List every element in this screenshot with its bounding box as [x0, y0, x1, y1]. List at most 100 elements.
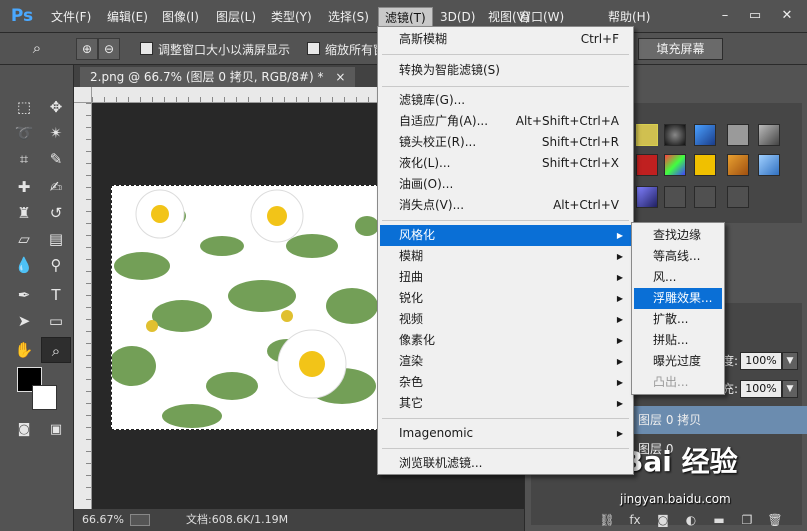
menu-select[interactable]: 选择(S) — [322, 7, 375, 27]
zoom-tool-selected-icon[interactable]: ⌕ — [41, 337, 71, 363]
menu-image[interactable]: 图像(I) — [156, 7, 205, 27]
filter-menu-item-browse-online[interactable]: 浏览联机滤镜... — [380, 453, 631, 474]
opacity-dropdown-icon[interactable]: ▼ — [782, 352, 798, 370]
pen-tool-icon[interactable]: ✒ — [9, 282, 39, 308]
baidu-watermark: Bai 经验 jingyan.baidu.com — [612, 440, 802, 515]
stylize-trace-contour[interactable]: 等高线... — [634, 246, 722, 267]
opacity-input[interactable]: 100% — [740, 352, 782, 370]
path-select-icon[interactable]: ➤ — [9, 308, 39, 334]
stylize-diffuse[interactable]: 扩散... — [634, 309, 722, 330]
lasso-tool-icon[interactable]: ➰ — [9, 120, 39, 146]
menu-filter[interactable]: 滤镜(T) — [378, 7, 433, 27]
image-canvas[interactable] — [111, 185, 379, 430]
watermark-url: jingyan.baidu.com — [620, 492, 731, 506]
filter-menu-item-pixelate[interactable]: 像素化 ▶ — [380, 330, 631, 351]
marquee-tool-icon[interactable]: ⬚ — [9, 94, 39, 120]
stylize-tiles[interactable]: 拼贴... — [634, 330, 722, 351]
filter-menu-item-video[interactable]: 视频 ▶ — [380, 309, 631, 330]
fill-dropdown-icon[interactable]: ▼ — [782, 380, 798, 398]
move-tool-icon[interactable]: ✥ — [41, 94, 71, 120]
style-swatch[interactable] — [694, 124, 716, 146]
stylize-emboss[interactable]: 浮雕效果... — [634, 288, 722, 309]
screen-mode-icon[interactable]: ▣ — [41, 417, 71, 443]
eraser-tool-icon[interactable]: ▱ — [9, 226, 39, 252]
style-swatch[interactable] — [727, 124, 749, 146]
filter-menu-item-gallery[interactable]: 滤镜库(G)... — [380, 90, 631, 111]
filter-menu-item-noise[interactable]: 杂色 ▶ — [380, 372, 631, 393]
filter-menu-item-lens-correction[interactable]: 镜头校正(R)... Shift+Ctrl+R — [380, 132, 631, 153]
filter-menu: 高斯模糊 Ctrl+F 转换为智能滤镜(S) 滤镜库(G)... 自适应广角(A… — [377, 26, 634, 475]
style-swatch[interactable] — [636, 154, 658, 176]
stylize-wind[interactable]: 风... — [634, 267, 722, 288]
style-swatch[interactable] — [758, 124, 780, 146]
filter-menu-item-last-filter[interactable]: 高斯模糊 Ctrl+F — [380, 29, 631, 50]
minimize-icon[interactable]: – — [714, 6, 736, 26]
fill-input[interactable]: 100% — [740, 380, 782, 398]
filter-menu-item-adaptive-wide-angle[interactable]: 自适应广角(A)... Alt+Shift+Ctrl+A — [380, 111, 631, 132]
fill-screen-button[interactable]: 填充屏幕 — [638, 38, 723, 60]
restore-icon[interactable]: ▭ — [744, 6, 766, 26]
filter-menu-item-render[interactable]: 渲染 ▶ — [380, 351, 631, 372]
background-color-swatch[interactable] — [32, 385, 57, 410]
filter-menu-item-oil-paint[interactable]: 油画(O)... — [380, 174, 631, 195]
style-swatch[interactable] — [727, 154, 749, 176]
menu-item-label: 模糊 — [399, 249, 424, 263]
style-swatch[interactable] — [636, 124, 658, 146]
zoom-level[interactable]: 66.67% — [82, 509, 124, 531]
zoom-tool-icon[interactable]: ⌕ — [26, 38, 48, 60]
magic-wand-icon[interactable]: ✴ — [41, 120, 71, 146]
gradient-tool-icon[interactable]: ▤ — [41, 226, 71, 252]
close-window-icon[interactable]: ✕ — [776, 6, 798, 26]
eyedropper-icon[interactable]: ✎ — [41, 146, 71, 172]
tab-close-icon[interactable]: × — [335, 70, 345, 84]
style-swatch[interactable] — [694, 186, 716, 208]
style-swatch[interactable] — [694, 154, 716, 176]
menu-separator — [382, 448, 629, 449]
menu-item-label: 渲染 — [399, 354, 424, 368]
menu-layer[interactable]: 图层(L) — [210, 7, 262, 27]
filter-menu-item-distort[interactable]: 扭曲 ▶ — [380, 267, 631, 288]
style-swatch[interactable] — [664, 124, 686, 146]
zoom-all-checkbox[interactable] — [307, 42, 320, 55]
style-swatch[interactable] — [664, 186, 686, 208]
type-tool-icon[interactable]: T — [41, 282, 71, 308]
filter-menu-item-sharpen[interactable]: 锐化 ▶ — [380, 288, 631, 309]
filter-menu-item-other[interactable]: 其它 ▶ — [380, 393, 631, 414]
style-swatch[interactable] — [727, 186, 749, 208]
stamp-tool-icon[interactable]: ♜ — [9, 200, 39, 226]
hand-tool-icon[interactable]: ✋ — [9, 337, 39, 363]
style-swatch[interactable] — [664, 154, 686, 176]
history-brush-icon[interactable]: ↺ — [41, 200, 71, 226]
zoom-out-icon[interactable]: ⊖ — [98, 38, 120, 60]
blur-tool-icon[interactable]: 💧 — [9, 252, 39, 278]
filter-menu-item-liquify[interactable]: 液化(L)... Shift+Ctrl+X — [380, 153, 631, 174]
healing-brush-icon[interactable]: ✚ — [9, 174, 39, 200]
layer-row-copy[interactable]: 图层 0 拷贝 — [632, 406, 807, 434]
filter-menu-item-imagenomic[interactable]: Imagenomic ▶ — [380, 423, 631, 444]
menu-3d[interactable]: 3D(D) — [434, 7, 481, 27]
filter-menu-item-stylize[interactable]: 风格化 ▶ — [380, 225, 631, 246]
menu-edit[interactable]: 编辑(E) — [101, 7, 154, 27]
submenu-arrow-icon: ▶ — [616, 231, 623, 240]
filter-menu-item-vanishing-point[interactable]: 消失点(V)... Alt+Ctrl+V — [380, 195, 631, 216]
menu-item-shortcut: Alt+Shift+Ctrl+A — [515, 114, 619, 128]
stylize-solarize[interactable]: 曝光过度 — [634, 351, 722, 372]
quick-mask-icon[interactable]: ◙ — [9, 417, 39, 443]
dodge-tool-icon[interactable]: ⚲ — [41, 252, 71, 278]
menu-type[interactable]: 类型(Y) — [265, 7, 318, 27]
crop-tool-icon[interactable]: ⌗ — [9, 146, 39, 172]
vertical-ruler[interactable] — [74, 103, 92, 509]
filter-menu-item-smart-filter[interactable]: 转换为智能滤镜(S) — [380, 60, 631, 81]
shape-tool-icon[interactable]: ▭ — [41, 308, 71, 334]
stylize-find-edges[interactable]: 查找边缘 — [634, 225, 722, 246]
menu-help[interactable]: 帮助(H) — [602, 7, 656, 27]
filter-menu-item-blur[interactable]: 模糊 ▶ — [380, 246, 631, 267]
brush-tool-icon[interactable]: ✍ — [41, 174, 71, 200]
style-swatch[interactable] — [758, 154, 780, 176]
style-swatch[interactable] — [636, 186, 658, 208]
menu-window[interactable]: 窗口(W) — [513, 7, 570, 27]
resize-windows-checkbox[interactable] — [140, 42, 153, 55]
document-tab[interactable]: 2.png @ 66.7% (图层 0 拷贝, RGB/8#) * × — [80, 67, 356, 87]
menu-file[interactable]: 文件(F) — [45, 7, 97, 27]
zoom-in-icon[interactable]: ⊕ — [76, 38, 98, 60]
